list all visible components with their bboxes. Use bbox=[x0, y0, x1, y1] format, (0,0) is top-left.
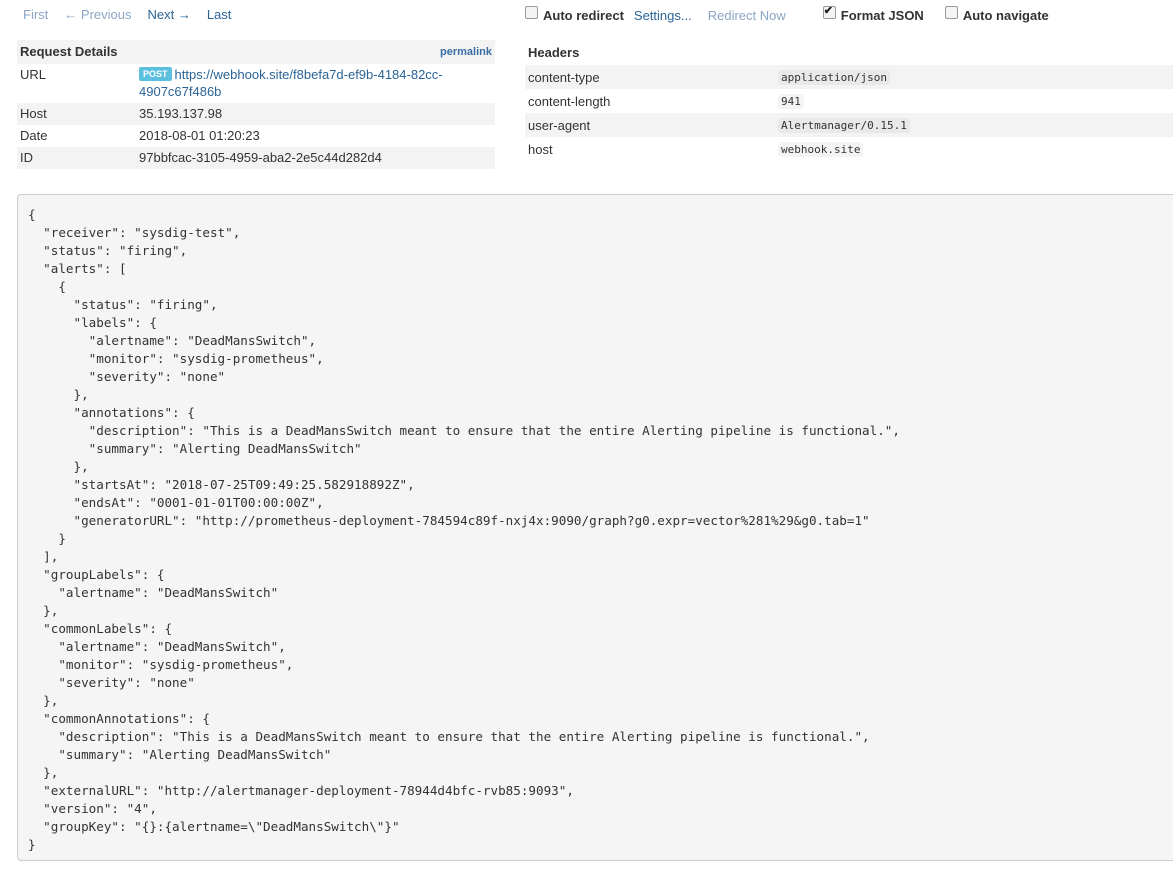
table-row: user-agent Alertmanager/0.15.1 bbox=[525, 113, 1173, 137]
table-row: ID 97bbfcac-3105-4959-aba2-2e5c44d282d4 bbox=[17, 147, 495, 169]
checkbox-unchecked-icon bbox=[944, 6, 958, 19]
table-row: host webhook.site bbox=[525, 137, 1173, 161]
table-row: content-type application/json bbox=[525, 65, 1173, 89]
auto-navigate-checkbox[interactable]: Auto navigate bbox=[944, 6, 1049, 23]
row-label: ID bbox=[17, 147, 136, 169]
headers-title: Headers bbox=[528, 45, 580, 60]
options-bar: Auto redirect Settings... Redirect Now F… bbox=[525, 4, 1049, 23]
header-name: content-type bbox=[525, 65, 775, 89]
date-value: 2018-08-01 01:20:23 bbox=[139, 128, 260, 143]
request-details-header: Request Details permalink bbox=[17, 40, 495, 64]
header-name: user-agent bbox=[525, 113, 775, 137]
headers-header: Headers bbox=[525, 40, 1173, 65]
request-details-title: Request Details bbox=[20, 44, 118, 59]
row-label: Date bbox=[20, 128, 48, 143]
table-row: content-length 941 bbox=[525, 89, 1173, 113]
request-url-link[interactable]: https://webhook.site/f8befa7d-ef9b-4184-… bbox=[139, 67, 443, 99]
checkbox-checked-icon bbox=[822, 4, 836, 19]
table-row: Date 2018-08-01 01:20:23 bbox=[17, 125, 495, 147]
id-value: 97bbfcac-3105-4959-aba2-2e5c44d282d4 bbox=[136, 147, 495, 169]
header-name: host bbox=[528, 141, 553, 157]
header-value: Alertmanager/0.15.1 bbox=[778, 118, 910, 133]
method-badge: POST bbox=[139, 67, 172, 81]
last-link[interactable]: Last bbox=[207, 7, 232, 22]
row-label: Host bbox=[17, 103, 136, 125]
first-link[interactable]: First bbox=[23, 7, 48, 22]
auto-navigate-label: Auto navigate bbox=[962, 8, 1049, 23]
auto-redirect-label: Auto redirect bbox=[543, 8, 624, 23]
headers-table: Headers content-type application/json co… bbox=[525, 40, 1173, 161]
auto-redirect-checkbox[interactable]: Auto redirect bbox=[525, 6, 624, 23]
header-value: webhook.site bbox=[778, 142, 864, 157]
checkbox-unchecked-icon bbox=[525, 6, 538, 19]
format-json-label: Format JSON bbox=[840, 8, 924, 23]
header-value: 941 bbox=[778, 94, 804, 109]
next-link[interactable]: Next → bbox=[147, 7, 190, 22]
table-row: URL POST https://webhook.site/f8befa7d-ef… bbox=[17, 64, 495, 103]
previous-link[interactable]: ← Previous bbox=[64, 7, 131, 22]
redirect-now-link[interactable]: Redirect Now bbox=[708, 8, 786, 23]
header-name: content-length bbox=[528, 93, 611, 109]
host-value: 35.193.137.98 bbox=[136, 103, 495, 125]
header-value: application/json bbox=[778, 70, 890, 85]
request-body-json: { "receiver": "sysdig-test", "status": "… bbox=[28, 207, 900, 852]
request-body-panel[interactable]: { "receiver": "sysdig-test", "status": "… bbox=[17, 194, 1173, 861]
table-row: Host 35.193.137.98 bbox=[17, 103, 495, 125]
row-label: URL bbox=[20, 67, 47, 82]
format-json-checkbox[interactable]: Format JSON bbox=[822, 4, 924, 23]
permalink-link[interactable]: permalink bbox=[440, 44, 492, 60]
pager: First ← Previous Next → Last bbox=[23, 7, 247, 22]
request-details-table: Request Details permalink URL POST https:… bbox=[17, 40, 495, 169]
settings-link[interactable]: Settings... bbox=[634, 8, 692, 23]
